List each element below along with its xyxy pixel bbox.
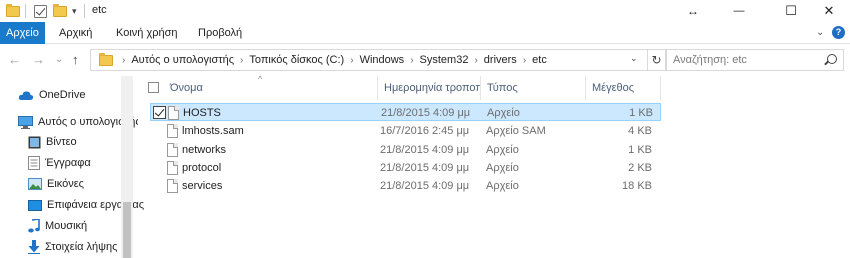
title-separator	[84, 3, 85, 19]
tab-share[interactable]: Κοινή χρήση	[110, 22, 184, 44]
file-name: lmhosts.sam	[182, 125, 244, 137]
address-row: ← → ⌄ ↑ › Αυτός ο υπολογιστής › Τοπικός …	[0, 44, 850, 76]
tab-view[interactable]: Προβολή	[192, 22, 248, 44]
breadcrumb-separator[interactable]: ›	[471, 55, 480, 66]
breadcrumb-separator[interactable]: ›	[520, 55, 529, 66]
file-icon	[167, 124, 178, 138]
nav-item-label: Μουσική	[45, 220, 88, 232]
nav-item-label: Έγγραφα	[45, 157, 91, 169]
file-date: 16/7/2016 2:45 μμ	[380, 125, 470, 137]
folder-icon	[6, 3, 20, 19]
minimize-button[interactable]: —	[716, 0, 762, 22]
cloud-icon	[18, 90, 34, 100]
file-icon	[167, 143, 178, 157]
nav-item-label: Βίντεο	[46, 136, 77, 148]
close-button[interactable]: ✕	[806, 0, 850, 22]
search-box[interactable]	[666, 49, 844, 71]
file-icon	[168, 106, 179, 120]
column-header-name[interactable]: Όνομα	[164, 76, 378, 100]
file-row-networks[interactable]: networks 21/8/2015 4:09 μμ Αρχείο 1 KB	[150, 141, 661, 159]
breadcrumb-this-pc[interactable]: Αυτός ο υπολογιστής	[128, 54, 237, 66]
breadcrumb-separator[interactable]: ›	[347, 55, 356, 66]
sort-ascending-icon: ^	[258, 74, 263, 84]
nav-item-label: Στοιχεία λήψης	[45, 241, 118, 253]
up-button[interactable]: ↑	[72, 52, 79, 67]
breadcrumb-local-disk[interactable]: Τοπικός δίσκος (C:)	[246, 54, 347, 66]
file-name: protocol	[182, 162, 222, 174]
search-icon[interactable]	[827, 54, 837, 64]
breadcrumb-separator[interactable]: ›	[237, 55, 246, 66]
folder-icon	[99, 52, 113, 66]
resize-icon: ↔	[687, 4, 699, 18]
address-dropdown-button[interactable]: ⌄	[630, 53, 638, 64]
nav-item-onedrive[interactable]: OneDrive	[18, 85, 138, 105]
breadcrumb-drivers[interactable]: drivers	[481, 54, 520, 66]
breadcrumb-separator[interactable]: ›	[407, 55, 416, 66]
column-headers: Όνομα ^ Ημερομηνία τροποποίησης Τύπος Μέ…	[140, 74, 850, 100]
tab-file[interactable]: Αρχείο	[0, 22, 45, 44]
file-size: 1 KB	[629, 107, 653, 119]
row-checkbox[interactable]	[153, 106, 166, 119]
refresh-button[interactable]: ↻	[648, 49, 666, 71]
music-icon	[28, 219, 40, 233]
properties-check-icon[interactable]	[34, 3, 47, 19]
breadcrumb-windows[interactable]: Windows	[357, 54, 408, 66]
file-row-services[interactable]: services 21/8/2015 4:09 μμ Αρχείο 18 KB	[150, 177, 661, 195]
file-row-protocol[interactable]: protocol 21/8/2015 4:09 μμ Αρχείο 2 KB	[150, 159, 661, 177]
file-type: Αρχείο	[486, 144, 519, 156]
file-type: Αρχείο	[486, 162, 519, 174]
address-bar[interactable]: › Αυτός ο υπολογιστής › Τοπικός δίσκος (…	[90, 49, 648, 71]
file-name: services	[182, 180, 223, 192]
computer-icon	[18, 115, 33, 129]
nav-item-this-pc[interactable]: Αυτός ο υπολογιστής	[18, 112, 138, 132]
column-header-type[interactable]: Τύπος	[481, 76, 586, 100]
desktop-icon	[28, 199, 42, 211]
breadcrumb-system32[interactable]: System32	[417, 54, 472, 66]
title-bar: ▾ etc ↔ — ☐ ✕	[0, 0, 850, 22]
back-button[interactable]: ←	[8, 52, 21, 67]
file-icon	[167, 161, 178, 175]
select-all-checkbox[interactable]	[148, 82, 159, 93]
navigation-pane: OneDrive Αυτός ο υπολογιστής Βίντεο Έγγρ…	[0, 76, 144, 258]
file-size: 2 KB	[628, 162, 652, 174]
ribbon-tabs: Αρχείο Αρχική Κοινή χρήση Προβολή ⌄ ?	[0, 22, 850, 44]
tab-home[interactable]: Αρχική	[53, 22, 98, 44]
new-folder-icon[interactable]	[53, 3, 67, 19]
recent-locations-button[interactable]: ⌄	[55, 54, 63, 65]
window-title: etc	[92, 4, 107, 16]
file-type: Αρχείο SAM	[486, 125, 546, 137]
nav-item-label: Εικόνες	[47, 178, 84, 190]
customize-toolbar-icon[interactable]: ▾	[72, 3, 77, 19]
file-row-hosts[interactable]: HOSTS 21/8/2015 4:09 μμ Αρχείο 1 KB	[150, 103, 661, 121]
file-icon	[167, 179, 178, 193]
file-date: 21/8/2015 4:09 μμ	[380, 180, 470, 192]
search-input[interactable]	[667, 50, 817, 70]
file-date: 21/8/2015 4:09 μμ	[380, 144, 470, 156]
column-header-size[interactable]: Μέγεθος	[586, 76, 661, 100]
expand-ribbon-icon[interactable]: ⌄	[816, 27, 824, 38]
file-name: networks	[182, 144, 227, 156]
downloads-icon	[28, 240, 40, 254]
file-size: 1 KB	[628, 144, 652, 156]
file-date: 21/8/2015 4:09 μμ	[381, 107, 471, 119]
pictures-icon	[28, 178, 42, 190]
file-name: HOSTS	[183, 107, 221, 119]
file-size: 4 KB	[628, 125, 652, 137]
file-type: Αρχείο	[486, 180, 519, 192]
quick-access-separator	[25, 3, 26, 19]
navigation-scrollbar[interactable]	[121, 76, 133, 258]
video-icon	[28, 136, 41, 148]
help-icon[interactable]: ?	[832, 26, 845, 39]
breadcrumb-separator: ›	[122, 54, 126, 66]
nav-item-label: OneDrive	[39, 89, 86, 101]
column-header-date[interactable]: Ημερομηνία τροποποίησης	[378, 76, 481, 100]
file-size: 18 KB	[622, 180, 652, 192]
documents-icon	[28, 156, 40, 170]
file-type: Αρχείο	[487, 107, 520, 119]
breadcrumb-etc[interactable]: etc	[529, 54, 550, 66]
forward-button[interactable]: →	[32, 52, 45, 67]
file-date: 21/8/2015 4:09 μμ	[380, 162, 470, 174]
file-row-lmhosts[interactable]: lmhosts.sam 16/7/2016 2:45 μμ Αρχείο SAM…	[150, 122, 661, 140]
scrollbar-thumb[interactable]	[123, 202, 131, 258]
